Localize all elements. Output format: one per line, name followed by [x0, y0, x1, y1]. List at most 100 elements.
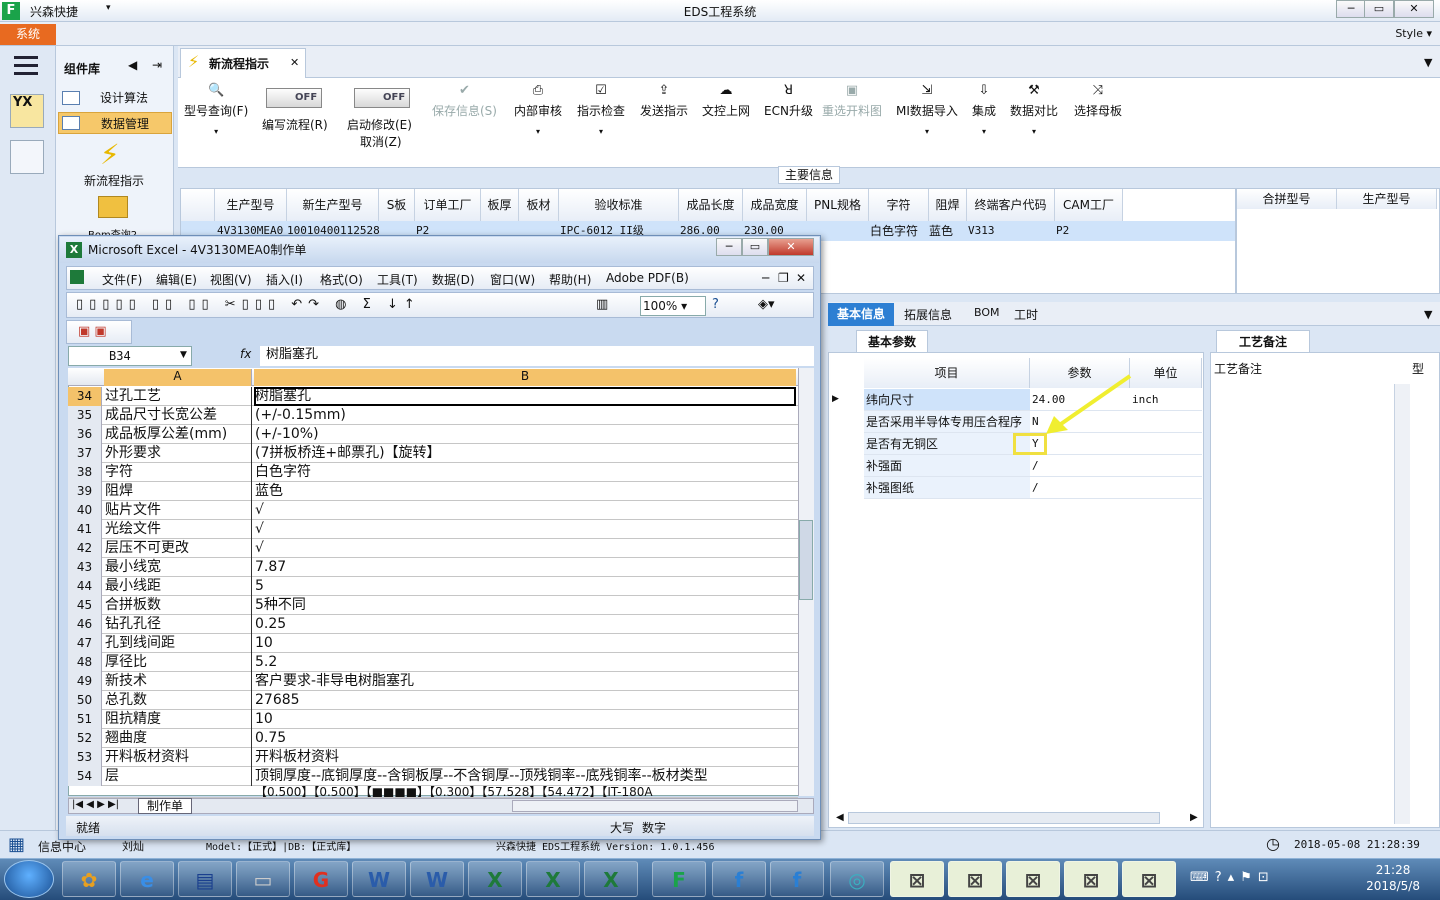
calculator-icon[interactable]	[10, 140, 44, 174]
excel-window-thumb-icon[interactable]: ⊠	[1006, 861, 1060, 897]
table-row[interactable]: 54 层顶铜厚度--底铜厚度--含铜板厚--不含铜厚--顶残铜率--底残铜率--板…	[68, 767, 798, 786]
process-notes-tab[interactable]: 工艺备注	[1216, 330, 1310, 352]
param-value[interactable]: /	[1030, 477, 1130, 499]
cell-a[interactable]: 最小线距	[104, 577, 252, 596]
system-menu[interactable]: 系统	[0, 24, 56, 45]
new-flow-shortcut[interactable]: 新流程指示	[84, 172, 144, 189]
cell-a[interactable]: 新技术	[104, 672, 252, 691]
tab-extended-info[interactable]: 拓展信息	[904, 306, 952, 323]
cell-a[interactable]: 翘曲度	[104, 729, 252, 748]
excel-toolbar-icons[interactable]: ▯▯▯▯▯ ▯▯ ▯▯ ✂▯▯▯ ↶↷ ◍ Σ ↓↑	[76, 297, 421, 312]
send-instruction-button[interactable]: ⇪ 发送指示	[640, 84, 688, 119]
data-compare-button[interactable]: ⚒ 数据对比 ▾	[1010, 84, 1058, 137]
cell-b[interactable]: 客户要求-非导电树脂塞孔	[254, 672, 796, 691]
column-header-a[interactable]: A	[104, 369, 252, 386]
excel-menu-edit[interactable]: 编辑(E)	[156, 271, 197, 288]
menu-icon[interactable]	[14, 56, 38, 76]
start-button[interactable]	[4, 860, 54, 898]
cell-a[interactable]: 阻焊	[104, 482, 252, 501]
grid-col-header[interactable]: 字符	[869, 189, 929, 221]
excel-menu-data[interactable]: 数据(D)	[432, 271, 475, 288]
table-row[interactable]: 41 光绘文件 √	[68, 520, 798, 539]
row-number[interactable]: 34	[68, 387, 102, 406]
integrate-button[interactable]: ⇩ 集成 ▾	[972, 84, 996, 137]
param-item[interactable]: 是否采用半导体专用压合程序	[864, 411, 1030, 433]
table-row[interactable]: 48 厚径比 5.2	[68, 653, 798, 672]
cell-a[interactable]: 厚径比	[104, 653, 252, 672]
cell-b[interactable]: (+/-0.15mm)	[254, 406, 796, 425]
grid-col-header[interactable]: 成品宽度	[743, 189, 807, 221]
excel-window-thumb-icon[interactable]: ⊠	[948, 861, 1002, 897]
column-header-b[interactable]: B	[254, 369, 796, 386]
chart-icon[interactable]: ▥	[596, 297, 608, 312]
windows-grid-icon[interactable]: ▦	[8, 834, 30, 855]
row-number[interactable]: 50	[68, 691, 102, 710]
fill-color-icon[interactable]: ◈▾	[758, 297, 775, 312]
param-item[interactable]: 是否有无铜区	[864, 433, 1030, 455]
cell-b[interactable]: 7.87	[254, 558, 796, 577]
word-icon[interactable]: W	[410, 861, 464, 897]
grid-cell[interactable]: 白色字符	[870, 221, 918, 241]
row-number[interactable]: 53	[68, 748, 102, 767]
table-row[interactable]: 35 成品尺寸长宽公差 (+/-0.15mm)	[68, 406, 798, 425]
style-selector[interactable]: Style ▾	[1395, 27, 1432, 40]
collapse-left-icon[interactable]: ◀	[128, 58, 137, 72]
table-row[interactable]: 49 新技术 客户要求-非导电树脂塞孔	[68, 672, 798, 691]
grid-col-header[interactable]: 新生产型号	[287, 189, 379, 221]
reselect-cutting-chart-button[interactable]: ▣ 重选开料图	[822, 84, 882, 119]
cell-b[interactable]: (7拼板桥连+邮票孔)【旋转】	[254, 444, 796, 463]
excel-maximize-button[interactable]: ▭	[742, 238, 768, 256]
scroll-left-icon[interactable]: ◀	[836, 812, 844, 823]
function-icon[interactable]: fx	[240, 347, 251, 361]
table-row[interactable]: 47 孔到线间距 10	[68, 634, 798, 653]
lightning-icon[interactable]: ⚡	[100, 138, 120, 171]
cell-b[interactable]: 0.75	[254, 729, 796, 748]
excel-minimize-button[interactable]: ─	[716, 238, 742, 256]
excel-window-thumb-icon[interactable]: ⊠	[1064, 861, 1118, 897]
cell-a[interactable]: 阻抗精度	[104, 710, 252, 729]
network-app-icon[interactable]: ◎	[830, 861, 884, 897]
scroll-thumb[interactable]	[799, 520, 813, 600]
row-number[interactable]: 41	[68, 520, 102, 539]
cell-b[interactable]: (+/-10%)	[254, 425, 796, 444]
grid-col-header[interactable]: 板厚	[481, 189, 519, 221]
row-number[interactable]: 48	[68, 653, 102, 672]
excel-menu-insert[interactable]: 插入(I)	[266, 271, 303, 288]
cell-a[interactable]: 字符	[104, 463, 252, 482]
grid-cell[interactable]: P2	[1056, 221, 1069, 241]
grid-col-header[interactable]: 阻焊	[929, 189, 967, 221]
eds-app-icon[interactable]: F	[652, 861, 706, 897]
grid-col-header[interactable]: 板材	[519, 189, 559, 221]
excel-close-button[interactable]: ✕	[768, 238, 814, 256]
tab-list-dropdown-icon[interactable]: ▼	[1424, 308, 1432, 321]
cell-a[interactable]: 钻孔孔径	[104, 615, 252, 634]
table-row[interactable]: 53 开料板材资料 开料板材资料	[68, 748, 798, 767]
tab-list-dropdown-icon[interactable]: ▼	[1424, 56, 1432, 69]
excel-title-bar[interactable]: Microsoft Excel - 4V3130MEA0制作单	[60, 237, 819, 263]
sheet-tab-production[interactable]: 制作单	[138, 798, 193, 814]
excel-doc-icon[interactable]	[70, 270, 84, 284]
cell-b[interactable]: 27685	[254, 691, 796, 710]
row-number[interactable]: 46	[68, 615, 102, 634]
row-number[interactable]: 36	[68, 425, 102, 444]
internal-review-button[interactable]: ⎙ 内部审核 ▾	[514, 84, 562, 137]
cell-a[interactable]: 成品板厚公差(mm)	[104, 425, 252, 444]
name-box[interactable]: B34	[68, 346, 192, 366]
cell-b[interactable]: 【0.500】【0.500】【■■■■】【0.300】【57.528】【54.4…	[254, 786, 796, 797]
table-row[interactable]: 36 成品板厚公差(mm) (+/-10%)	[68, 425, 798, 444]
grid-col-header[interactable]: PNL规格	[807, 189, 869, 221]
name-box-dropdown-icon[interactable]: ▼	[180, 350, 187, 360]
cell-b[interactable]: √	[254, 520, 796, 539]
excel-doc-minimize-icon[interactable]: ─	[762, 271, 769, 285]
taskbar-app-icon[interactable]: ✿	[62, 861, 116, 897]
sheet-nav-icons[interactable]: |◀ ◀ ▶ ▶|	[72, 799, 119, 810]
table-row[interactable]: 37 外形要求 (7拼板桥连+邮票孔)【旋转】	[68, 444, 798, 463]
folder-icon[interactable]	[98, 196, 128, 218]
cell-b[interactable]: 5种不同	[254, 596, 796, 615]
row-number[interactable]: 44	[68, 577, 102, 596]
yx-module-icon[interactable]: YX	[10, 94, 44, 128]
cell-a[interactable]: 层	[104, 767, 252, 786]
row-number[interactable]: 38	[68, 463, 102, 482]
cell-b[interactable]: √	[254, 539, 796, 558]
table-row[interactable]: 46 钻孔孔径 0.25	[68, 615, 798, 634]
